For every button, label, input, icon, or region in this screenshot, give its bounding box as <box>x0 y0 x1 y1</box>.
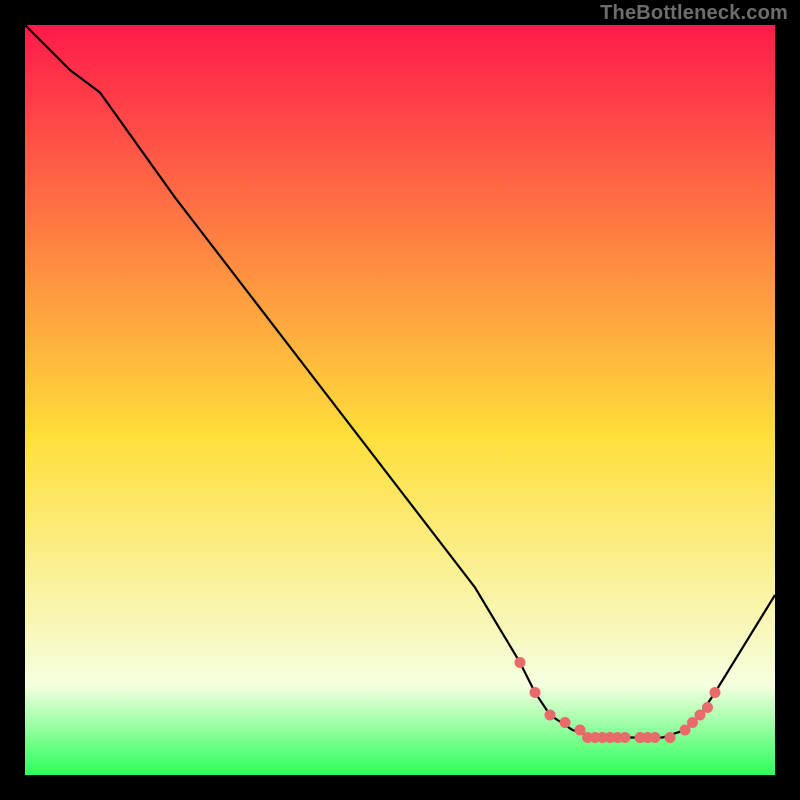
watermark-label: TheBottleneck.com <box>600 2 788 25</box>
data-point <box>530 687 541 698</box>
chart-frame: TheBottleneck.com <box>0 0 800 800</box>
data-point <box>560 717 571 728</box>
data-point <box>650 732 661 743</box>
data-point <box>620 732 631 743</box>
gradient-background <box>25 25 775 775</box>
data-point <box>545 710 556 721</box>
data-point <box>665 732 676 743</box>
data-point <box>702 702 713 713</box>
data-point <box>515 657 526 668</box>
plot-area <box>25 25 775 775</box>
chart-svg <box>25 25 775 775</box>
data-point <box>710 687 721 698</box>
